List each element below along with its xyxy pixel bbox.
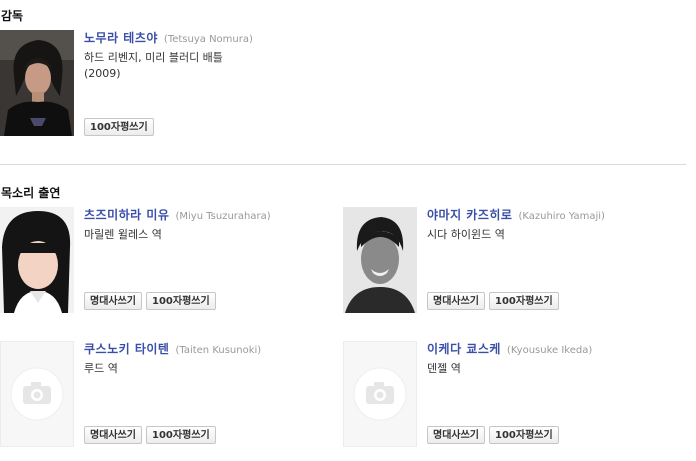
quote-write-button[interactable]: 명대사쓰기 xyxy=(84,426,142,444)
quote-write-button[interactable]: 명대사쓰기 xyxy=(427,426,485,444)
cast-card: 츠즈미하라 미유 (Miyu Tsuzurahara) 마릴렌 윌레스 역 명대사… xyxy=(0,207,340,317)
cast-name-link[interactable]: 츠즈미하라 미유 xyxy=(84,208,169,222)
review-write-button[interactable]: 100자평쓰기 xyxy=(489,292,559,310)
director-card: 노무라 테츠야 (Tetsuya Nomura) 하드 리벤지, 미리 블러디 배… xyxy=(0,30,340,140)
review-write-button[interactable]: 100자평쓰기 xyxy=(489,426,559,444)
section-title-director: 감독 xyxy=(1,9,24,23)
cast-card: 야마지 카즈히로 (Kazuhiro Yamaji) 시다 하이윈드 역 명대사쓰… xyxy=(343,207,683,317)
cast-name-link[interactable]: 야마지 카즈히로 xyxy=(427,208,512,222)
cast-english-name: (Miyu Tsuzurahara) xyxy=(175,211,271,222)
cast-photo[interactable] xyxy=(0,207,74,313)
camera-icon xyxy=(10,367,64,421)
director-year: (2009) xyxy=(84,67,121,80)
cast-role: 루드 역 xyxy=(84,362,118,375)
cast-name-link[interactable]: 이케다 쿄스케 xyxy=(427,342,501,356)
cast-english-name: (Kyousuke Ikeda) xyxy=(506,345,593,356)
director-info: 노무라 테츠야 (Tetsuya Nomura) 하드 리벤지, 미리 블러디 배… xyxy=(84,30,344,82)
director-name-link[interactable]: 노무라 테츠야 xyxy=(84,31,158,45)
cast-card: 이케다 쿄스케 (Kyousuke Ikeda) 덴젤 역 명대사쓰기 100자평쓰… xyxy=(343,341,683,451)
quote-write-button[interactable]: 명대사쓰기 xyxy=(427,292,485,310)
cast-name-link[interactable]: 쿠스노키 타이텐 xyxy=(84,342,169,356)
cast-role: 시다 하이윈드 역 xyxy=(427,228,505,241)
cast-role: 마릴렌 윌레스 역 xyxy=(84,228,162,241)
director-review-button[interactable]: 100자평쓰기 xyxy=(84,118,154,136)
director-works: 하드 리벤지, 미리 블러디 배틀 xyxy=(84,51,223,64)
camera-icon xyxy=(353,367,407,421)
cast-photo-placeholder[interactable] xyxy=(0,341,74,447)
director-english-name: (Tetsuya Nomura) xyxy=(163,34,253,45)
cast-photo[interactable] xyxy=(343,207,417,313)
cast-card: 쿠스노키 타이텐 (Taiten Kusunoki) 루드 역 명대사쓰기 100자… xyxy=(0,341,340,451)
cast-role: 덴젤 역 xyxy=(427,362,461,375)
cast-english-name: (Kazuhiro Yamaji) xyxy=(518,211,605,222)
section-title-voice-cast: 목소리 출연 xyxy=(1,186,61,200)
review-write-button[interactable]: 100자평쓰기 xyxy=(146,426,216,444)
director-photo[interactable] xyxy=(0,30,74,136)
cast-photo-placeholder[interactable] xyxy=(343,341,417,447)
review-write-button[interactable]: 100자평쓰기 xyxy=(146,292,216,310)
section-divider xyxy=(0,164,686,165)
quote-write-button[interactable]: 명대사쓰기 xyxy=(84,292,142,310)
cast-english-name: (Taiten Kusunoki) xyxy=(175,345,262,356)
